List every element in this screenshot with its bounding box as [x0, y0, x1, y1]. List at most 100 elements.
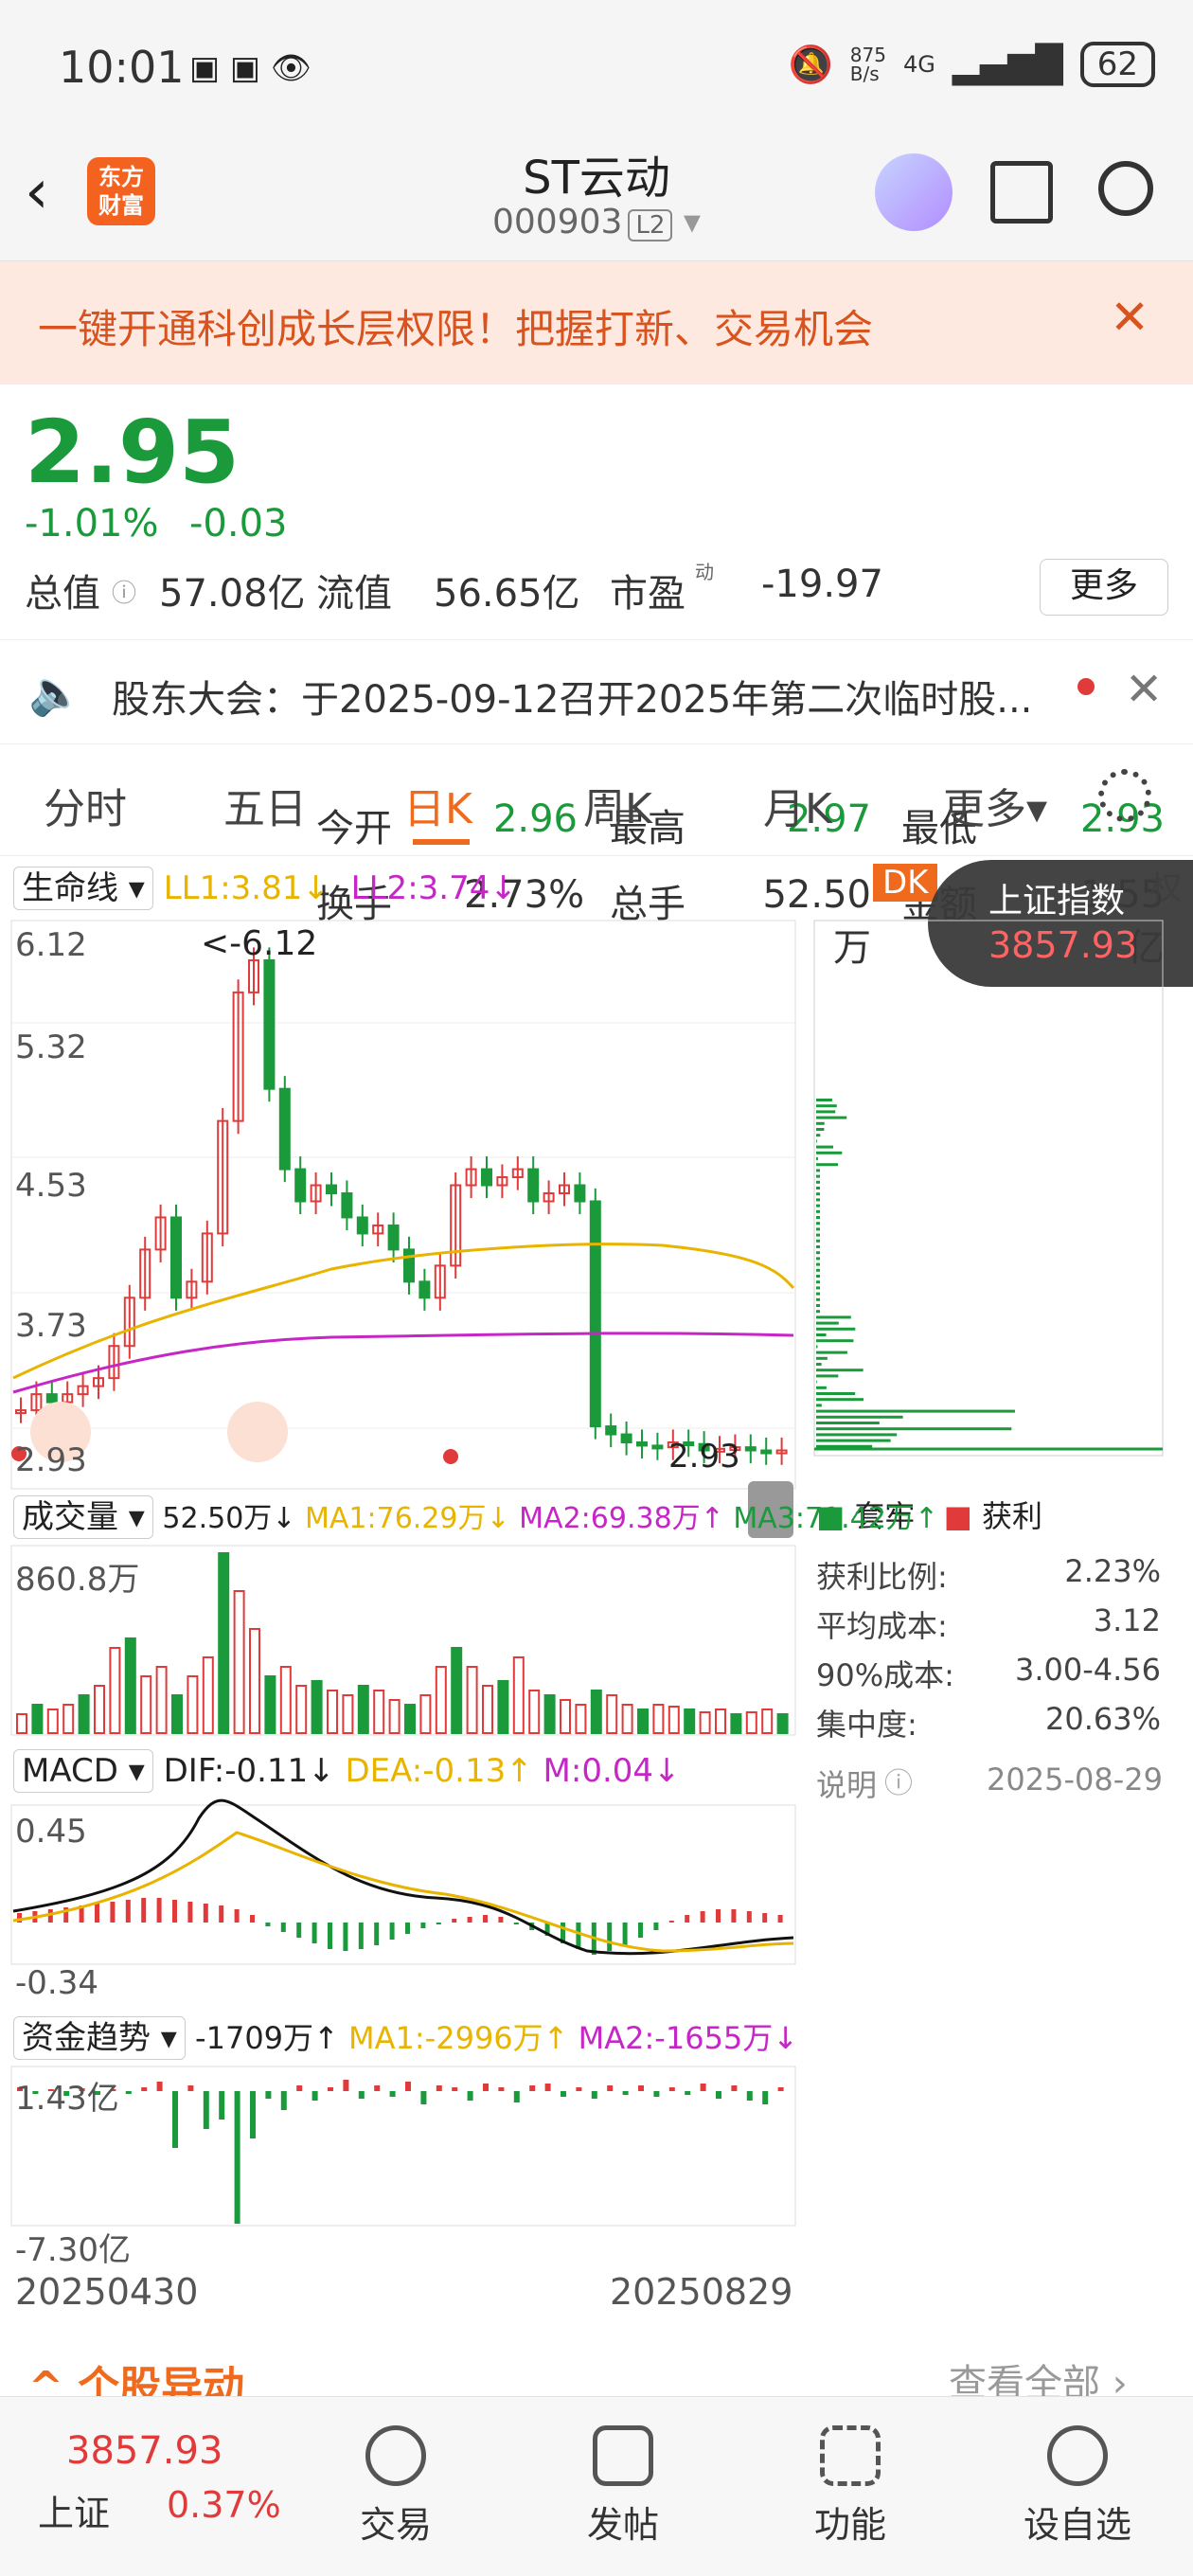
volume-bar	[420, 1695, 430, 1733]
stock-header: ‹ 东方 财富 ST云动 000903 L2 ▾	[0, 133, 1193, 261]
volume-bar	[250, 1629, 259, 1733]
fund-bar	[545, 2084, 551, 2091]
fund-ma1: MA1:-2996万↑	[348, 2020, 568, 2056]
macd-bar	[762, 1913, 767, 1923]
fund-bar	[778, 2087, 784, 2091]
tab-5[interactable]: 更多▾	[943, 775, 1047, 835]
candle-body	[575, 1186, 584, 1202]
volume-bar	[110, 1648, 119, 1733]
tab-3[interactable]: 周K	[583, 775, 652, 835]
tab-1[interactable]: 五日	[223, 775, 307, 835]
candle-body	[264, 960, 274, 1089]
volume-bar	[685, 1709, 694, 1733]
volume-bar	[747, 1712, 757, 1733]
chart-area[interactable]	[0, 909, 1193, 2292]
total-mv: 57.08亿	[159, 563, 306, 617]
fund-bar	[653, 2091, 659, 2097]
macd-bar	[110, 1902, 115, 1923]
fund-select[interactable]: 资金趋势 ▾	[13, 2016, 186, 2060]
settings-gear-icon[interactable]	[1098, 769, 1151, 822]
legend-profit: 获利	[982, 1498, 1042, 1534]
chip-bar	[816, 1216, 820, 1219]
notice-bar[interactable]: 🔈 股东大会：于2025-09-12召开2025年第二次临时股... ✕	[0, 640, 1193, 744]
float-mv: 56.65亿	[434, 563, 580, 617]
info-icon[interactable]: ⓘ	[112, 574, 136, 609]
fund-bar	[452, 2087, 457, 2091]
ai-assistant-icon[interactable]	[875, 153, 953, 231]
volume-bar	[701, 1712, 710, 1733]
macd-bars	[17, 1898, 783, 1955]
macd-bar	[731, 1909, 736, 1923]
macd-bar	[669, 1921, 674, 1923]
fund-bar	[157, 2082, 163, 2091]
more-button[interactable]: 更多	[1040, 559, 1168, 616]
volume-bar	[296, 1686, 306, 1733]
y-tick-3: 3.73	[15, 1307, 87, 1345]
close-notice-icon[interactable]: ✕	[1125, 663, 1163, 716]
nav-trade[interactable]: 交易	[329, 2425, 462, 2548]
fund-bar	[204, 2091, 209, 2129]
fund-bar	[468, 2091, 473, 2101]
nav-post[interactable]: 发帖	[557, 2425, 689, 2548]
fund-bar	[592, 2091, 597, 2099]
fund-bar	[265, 2091, 271, 2099]
fund-bar	[359, 2091, 365, 2099]
fund-bar	[747, 2091, 753, 2101]
chip-bar	[816, 1445, 872, 1448]
close-icon[interactable]: ✕	[1110, 290, 1149, 345]
indicator-select[interactable]: 生命线 ▾	[13, 867, 153, 910]
volume-bar	[529, 1690, 539, 1733]
chip-note-date: 2025-08-29	[987, 1762, 1163, 1798]
marker-dot	[443, 1449, 458, 1464]
indicator-name: 生命线	[22, 869, 118, 907]
chip-bar	[816, 1304, 820, 1307]
chip-bar	[816, 1339, 853, 1342]
chip-bar	[816, 1422, 880, 1424]
quote-panel: 2.95 -1.01% -0.03 今开 2.96 最高 2.97 最低 2.93 换手 2.…	[0, 385, 1193, 640]
fund-bar	[219, 2091, 224, 2120]
date-end: 20250829	[610, 2271, 792, 2313]
dk-badge[interactable]: DK	[873, 864, 937, 902]
share-icon[interactable]	[990, 161, 1053, 224]
fund-bar	[731, 2085, 737, 2091]
macd-bar	[653, 1923, 658, 1930]
fund-bar	[498, 2087, 504, 2091]
fund-bar	[623, 2091, 629, 2095]
chip-stat-label: 获利比例:	[816, 1553, 948, 1597]
chip-bar	[816, 1298, 820, 1301]
indicator-row: 生命线 ▾ LL1:3.81↓ LL2:3.74↓	[13, 862, 517, 908]
nav-watchlist[interactable]: 设自选	[1011, 2425, 1144, 2548]
chip-bar	[816, 1269, 820, 1272]
tab-2[interactable]: 日K	[403, 775, 472, 835]
candle-body	[342, 1193, 351, 1217]
volume-bar	[545, 1695, 555, 1733]
macd-dea: DEA:-0.13↑	[345, 1752, 532, 1790]
macd-bar	[452, 1919, 456, 1923]
volume-bar	[328, 1690, 337, 1733]
macd-bar	[343, 1923, 347, 1951]
pe-value: -19.97	[761, 563, 883, 606]
tab-4[interactable]: 月K	[763, 775, 832, 835]
y-tick-2: 4.53	[15, 1167, 87, 1205]
nav-function-label: 功能	[814, 2504, 886, 2546]
fund-frame	[11, 2066, 795, 2226]
more-dots-icon	[1047, 2425, 1108, 2486]
nav-post-label: 发帖	[587, 2504, 659, 2546]
help-icon[interactable]: ⓘ	[884, 1760, 913, 1801]
macd-bar	[498, 1917, 503, 1923]
volume-select[interactable]: 成交量 ▾	[13, 1495, 153, 1539]
tab-0[interactable]: 分时	[44, 775, 127, 835]
chip-bar	[816, 1175, 820, 1178]
macd-select[interactable]: MACD ▾	[13, 1749, 153, 1793]
chip-bar	[816, 1363, 822, 1366]
search-icon[interactable]	[1098, 161, 1153, 216]
edit-icon	[593, 2425, 653, 2486]
chip-bar	[816, 1357, 828, 1360]
vol-ma1: MA1:76.29万↓	[305, 1502, 510, 1535]
candle-body	[637, 1442, 647, 1445]
promo-banner[interactable]: 一键开通科创成长层权限！把握打新、交易机会 ✕	[0, 261, 1193, 385]
chip-bar	[816, 1110, 835, 1113]
unread-dot	[1077, 678, 1095, 695]
volume-bar	[312, 1681, 322, 1733]
nav-function[interactable]: 功能	[784, 2425, 917, 2548]
